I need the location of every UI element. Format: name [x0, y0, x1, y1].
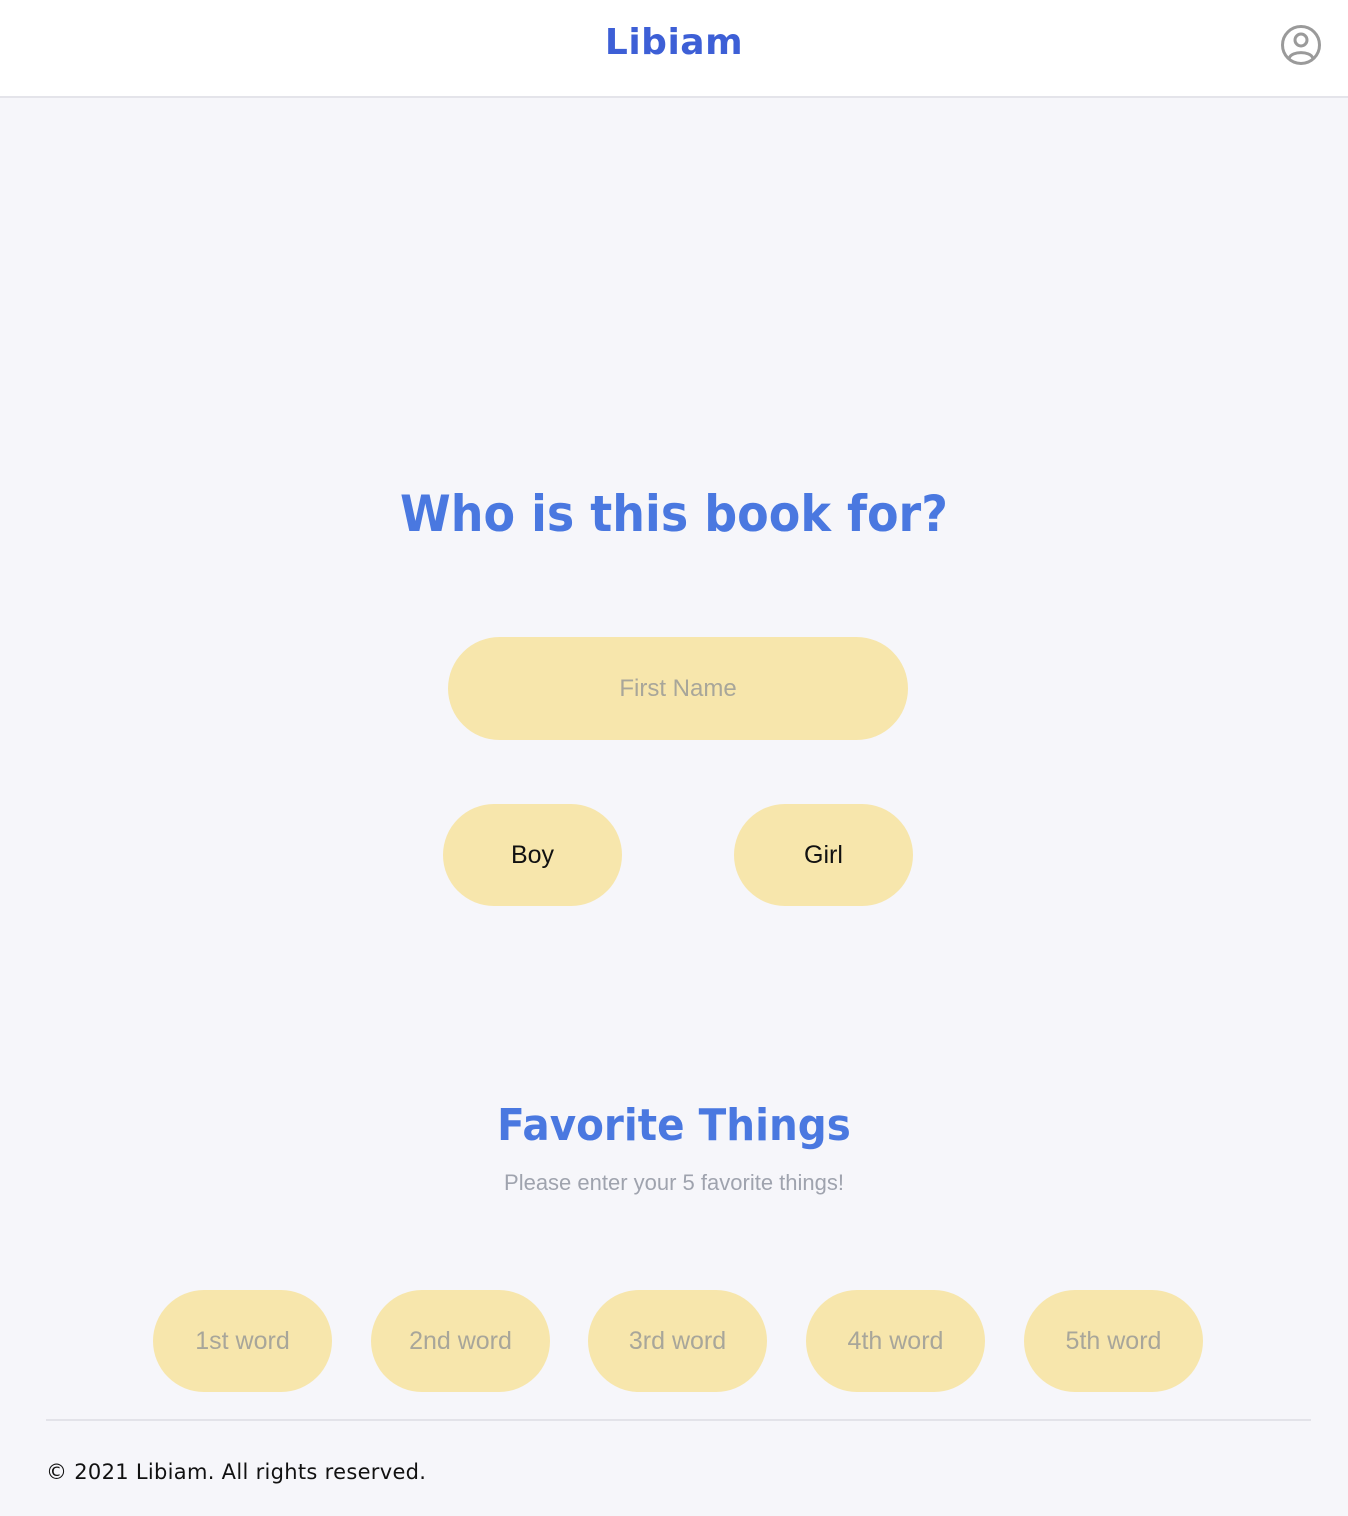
page-title: Who is this book for? [400, 485, 948, 543]
favorite-word-5-input[interactable] [1024, 1290, 1203, 1392]
favorite-word-1-input[interactable] [153, 1290, 332, 1392]
first-name-input[interactable] [448, 637, 908, 740]
app-header: Libiam [0, 0, 1348, 98]
brand-logo[interactable]: Libiam [0, 22, 1348, 63]
favorite-things-title: Favorite Things [497, 1100, 851, 1151]
favorite-word-2-input[interactable] [371, 1290, 550, 1392]
girl-button[interactable]: Girl [734, 804, 913, 906]
favorite-word-3-input[interactable] [588, 1290, 767, 1392]
boy-button[interactable]: Boy [443, 804, 622, 906]
footer-divider [46, 1419, 1311, 1421]
favorite-word-4-input[interactable] [806, 1290, 985, 1392]
copyright-text: © 2021 Libiam. All rights reserved. [46, 1460, 427, 1484]
user-circle-icon[interactable] [1280, 24, 1322, 66]
favorite-things-subtitle: Please enter your 5 favorite things! [504, 1170, 844, 1195]
